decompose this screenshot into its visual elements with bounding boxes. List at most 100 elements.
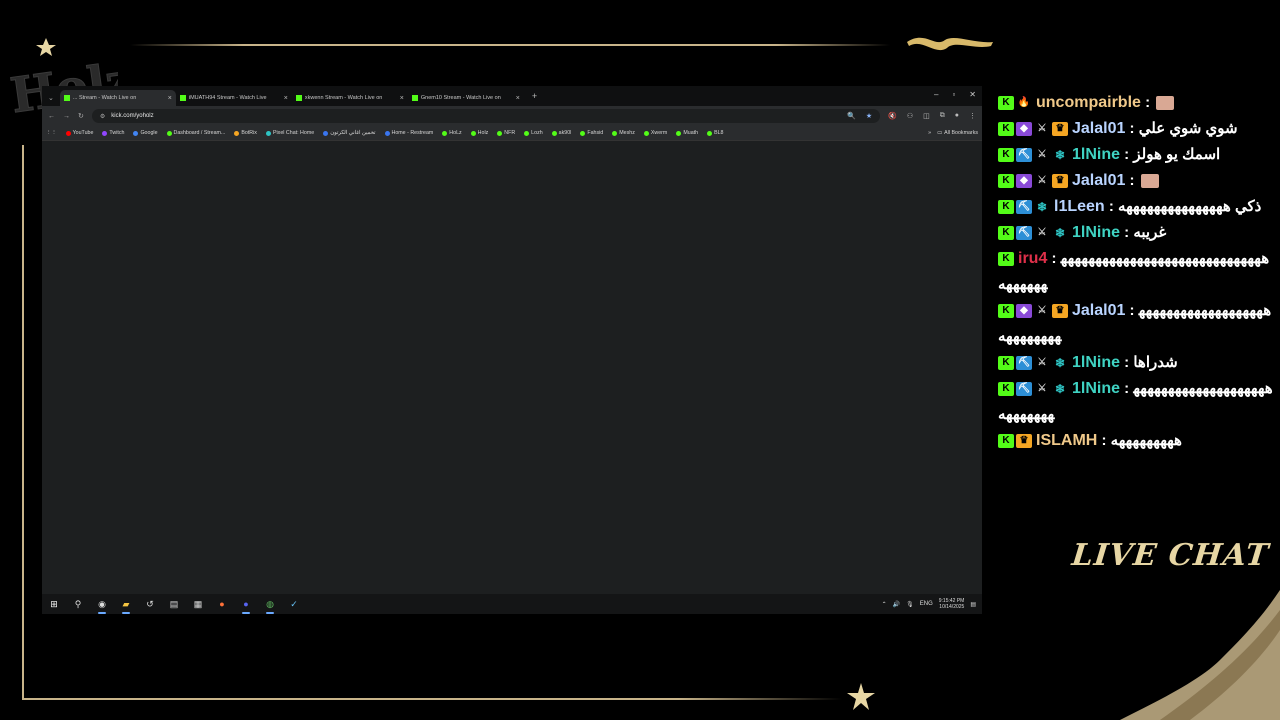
bookmark[interactable]: Fahsid [580,130,603,136]
reload-icon[interactable]: ↻ [78,112,84,120]
chat-username[interactable]: l1Leen [1054,198,1105,215]
tab-title: Gnem10 Stream - Watch Live on [420,95,501,101]
chat-username[interactable]: Jalal01 [1072,172,1125,189]
bookmark[interactable]: Home - Restream [384,130,433,136]
file-explorer-icon[interactable]: ▰ [120,598,132,614]
maximize-icon[interactable]: ▫ [952,90,955,99]
menu-icon[interactable]: ⋮ [969,112,976,120]
bookmark[interactable]: Xwerm [643,130,667,136]
pick-badge-icon: ⛏ [1016,382,1032,397]
discord-icon[interactable]: ● [240,598,252,614]
chat-message: K ⛏ ⚔ ❄ 1lNine : اسمك يو هولز [998,142,1276,168]
bookmark[interactable]: Twitch [102,130,124,136]
bookmark[interactable]: تخمين اغاني الكرتون [323,130,376,136]
k-badge-icon: K [998,434,1014,449]
forward-icon[interactable]: → [63,113,70,120]
language-indicator[interactable]: ENG [920,601,933,607]
tab-0[interactable]: ... Stream - Watch Live on × [59,90,176,106]
chat-message: K ⛏ ⚔ ❄ 1lNine : شدراها [998,350,1276,376]
more-bookmarks-icon[interactable]: » [928,130,931,136]
badges: K ◆ ⚔ ♛ [998,304,1068,319]
k-badge-icon: K [998,226,1014,241]
chrome-icon[interactable]: ◍ [264,598,276,614]
separator: : [1125,120,1139,137]
chat-username[interactable]: Jalal01 [1072,302,1125,319]
media-icon[interactable]: ◫ [923,112,930,120]
close-tab-icon[interactable]: × [168,95,172,102]
bookmark[interactable]: BotRix [234,130,257,136]
chevron-up-icon[interactable]: ⌃ [882,601,887,608]
obs-icon[interactable]: ◉ [96,598,108,614]
bookmark[interactable]: Muath [676,130,698,136]
clock[interactable]: 9:15:42 PM 10/14/2025 [939,598,965,610]
bookmark[interactable]: Meshz [612,130,635,136]
zoom-icon[interactable]: 🔍 [847,112,856,120]
left-gold-frame [22,145,24,700]
bookmark[interactable]: HoLz [442,130,462,136]
tab-2[interactable]: xkwenn Stream - Watch Live on × [292,90,408,106]
address-bar[interactable]: ⚙ kick.com/yoholz 🔍 ★ [91,109,881,123]
mute-icon[interactable]: 🔇 [888,112,897,120]
search-icon[interactable]: ⚲ [72,598,84,610]
bookmark[interactable]: BL8 [707,130,724,136]
site-info-icon[interactable]: ⚙ [100,113,105,120]
kick-icon [411,95,418,101]
chat-message: K ◆ ⚔ ♛ Jalal01 : هههههههههههههههههههههههههه… [998,298,1276,350]
crown-badge-icon: ♛ [1052,174,1068,189]
bookmark[interactable]: Google [133,130,158,136]
speaker-icon[interactable]: 🔊 [893,601,900,608]
bookmark[interactable]: NFR [497,130,515,136]
extension-icon[interactable]: ⚇ [907,112,913,120]
windows-start-icon[interactable]: ⊞ [48,598,60,610]
chat-username[interactable]: Jalal01 [1072,120,1125,137]
bookmark[interactable]: Dashboard / Stream... [166,130,225,136]
chat-username[interactable]: iru4 [1018,250,1047,267]
puzzle-icon[interactable]: ⧉ [940,112,945,120]
tab-3[interactable]: Gnem10 Stream - Watch Live on × [408,90,524,106]
k-badge-icon: K [998,122,1014,137]
bookmark[interactable]: Lozh [524,130,543,136]
sword-badge-icon: ⚔ [1037,383,1047,395]
app-icon[interactable]: ↺ [144,598,156,610]
bookmark-star-icon[interactable]: ★ [866,112,872,120]
tab-search-icon[interactable]: ⌄ [48,94,54,102]
bookmark[interactable]: Holz [470,130,488,136]
separator: : [1125,302,1139,319]
bookmark[interactable]: YouTube [65,130,93,136]
minimize-icon[interactable]: – [934,90,938,99]
badges: K ◆ ⚔ ♛ [998,174,1068,189]
apps-icon[interactable]: ⋮⋮ [46,130,57,136]
steam-icon[interactable]: ✓ [288,598,300,610]
back-icon[interactable]: ← [48,113,55,120]
chat-username[interactable]: uncompairble [1036,94,1141,111]
profile-avatar[interactable]: ● [955,112,959,120]
bookmark[interactable]: Pixel Chat: Home [265,130,314,136]
separator: : [1120,380,1134,397]
chat-username[interactable]: ISLAMH [1036,432,1097,449]
close-tab-icon[interactable]: × [516,95,520,102]
firefox-icon[interactable]: ● [216,598,228,610]
separator: : [1120,224,1134,241]
app-icon[interactable]: ▦ [192,598,204,610]
k-badge-icon: K [998,148,1014,163]
chat-username[interactable]: 1lNine [1072,146,1120,163]
page-content [42,141,982,593]
chat-username[interactable]: 1lNine [1072,380,1120,397]
all-bookmarks[interactable]: ▭ All Bookmarks [937,130,978,136]
badges: K ⛏ ⚔ ❄ [998,226,1068,241]
sword-badge-icon: ⚔ [1037,227,1047,239]
separator: : [1125,172,1139,189]
chat-text: شوي شوي علي [1138,120,1238,137]
bookmark[interactable]: ak90l [551,130,571,136]
close-tab-icon[interactable]: × [284,95,288,102]
tab-1[interactable]: iMUATH94 Stream - Watch Live × [176,90,292,106]
chat-username[interactable]: 1lNine [1072,354,1120,371]
notification-icon[interactable]: ▤ [970,601,976,608]
chat-username[interactable]: 1lNine [1072,224,1120,241]
close-window-icon[interactable]: ✕ [969,90,976,99]
microphone-icon[interactable]: 🎙 [906,601,914,608]
k-badge-icon: K [998,200,1014,215]
app-icon[interactable]: ▤ [168,598,180,610]
new-tab-button[interactable]: + [532,91,537,101]
close-tab-icon[interactable]: × [400,95,404,102]
